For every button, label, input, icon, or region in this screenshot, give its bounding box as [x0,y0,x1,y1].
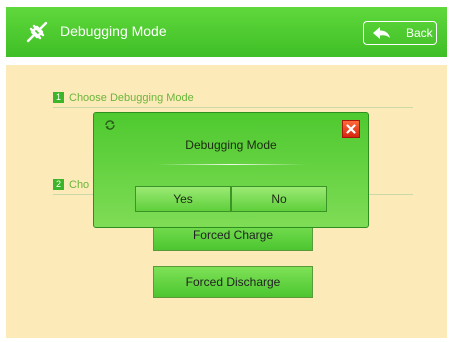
no-button-label: No [271,192,287,206]
debug-plug-icon [26,21,48,43]
debugging-mode-dialog: Debugging Mode Yes No [93,112,369,228]
forced-charge-label: Forced Charge [192,228,274,242]
step-1-heading: 1 Choose Debugging Mode [53,91,413,108]
forced-discharge-button[interactable]: Forced Discharge [153,266,313,298]
no-button[interactable]: No [231,186,327,212]
page-title: Debugging Mode [60,23,167,39]
step-1-number: 1 [53,92,64,103]
dialog-title: Debugging Mode [185,138,277,152]
dialog-divider [156,164,306,165]
refresh-icon [105,120,115,130]
close-x-glyph [346,124,356,134]
back-button[interactable]: Back [363,21,437,45]
forced-discharge-label: Forced Discharge [185,275,281,289]
step-1-label: Choose Debugging Mode [69,92,194,104]
yes-button[interactable]: Yes [135,186,231,212]
back-button-label: Back [406,26,433,40]
back-arrow-icon [373,27,390,39]
step-2-number: 2 [53,179,64,190]
step-2-label: Cho [69,179,90,191]
yes-button-label: Yes [173,192,193,206]
close-icon[interactable] [342,120,360,138]
header-bar: Debugging Mode Back [6,7,447,57]
